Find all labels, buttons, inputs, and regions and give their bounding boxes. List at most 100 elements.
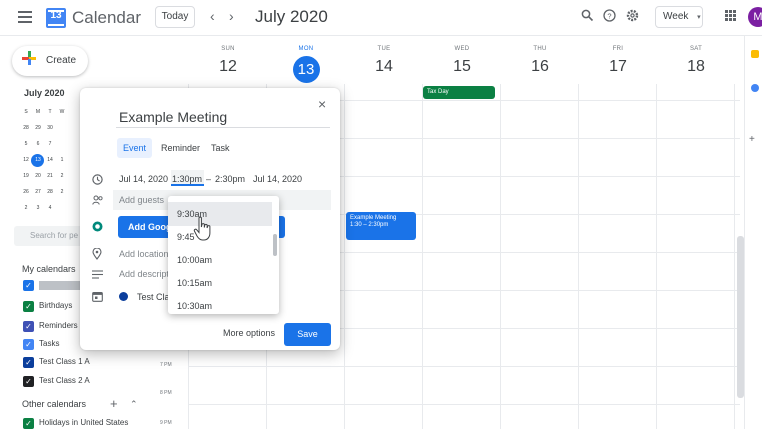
google-apps-icon[interactable]	[725, 10, 736, 21]
mini-day[interactable]: 19	[20, 168, 32, 184]
mini-day[interactable]: 4	[44, 200, 56, 216]
calendar-color-dot	[119, 292, 128, 301]
event-title-input[interactable]: Example Meeting	[119, 109, 227, 125]
tab-event[interactable]: Event	[117, 138, 153, 158]
calendar-logo-icon: 13	[46, 8, 66, 28]
checkbox-checked-icon[interactable]: ✓	[23, 417, 34, 429]
mini-day-today[interactable]: 13	[31, 152, 44, 168]
day-header-mon[interactable]: MON 13	[267, 46, 345, 83]
dropdown-scrollbar[interactable]	[273, 234, 277, 256]
end-date[interactable]: Jul 14, 2020	[253, 174, 302, 184]
day-header-wed[interactable]: WED 15	[423, 46, 501, 76]
time-option[interactable]: 9:45	[168, 225, 272, 249]
view-selector[interactable]: Week ▾	[655, 6, 703, 28]
mini-day[interactable]: 2	[56, 184, 68, 200]
create-button[interactable]: Create	[12, 46, 88, 76]
mini-day[interactable]: 29	[32, 120, 44, 136]
mini-day[interactable]: 26	[20, 184, 32, 200]
time-option[interactable]: 10:30am	[168, 294, 272, 314]
today-button[interactable]: Today	[155, 6, 195, 28]
mini-day[interactable]: 2	[20, 200, 32, 216]
mini-day[interactable]: 14	[44, 152, 56, 168]
end-time[interactable]: 2:30pm	[215, 174, 245, 184]
start-date[interactable]: Jul 14, 2020	[119, 174, 168, 184]
mini-day[interactable]: 2	[56, 168, 68, 184]
previous-week-button[interactable]: ‹	[210, 8, 215, 24]
event-chip-title: Example Meeting	[350, 215, 397, 221]
mini-day[interactable]: 6	[32, 136, 44, 152]
all-day-event-tax-day[interactable]: Tax Day	[423, 86, 495, 99]
start-time-dropdown[interactable]: 9:30am 9:45 10:00am 10:15am 10:30am	[168, 196, 279, 314]
settings-icon[interactable]	[626, 9, 639, 22]
mini-day[interactable]: 27	[32, 184, 44, 200]
add-on-icon[interactable]: +	[749, 134, 755, 145]
checkbox-checked-icon[interactable]: ✓	[23, 300, 34, 312]
create-plus-icon	[22, 51, 36, 65]
time-label: 7 PM	[160, 362, 172, 368]
mini-day[interactable]: 21	[44, 168, 56, 184]
day-header-sat[interactable]: SAT 18	[657, 46, 735, 76]
title-underline	[116, 127, 330, 128]
day-header-fri[interactable]: FRI 17	[579, 46, 657, 76]
save-button[interactable]: Save	[284, 323, 331, 346]
calendar-item-test-class-1[interactable]: ✓ Test Class 1 A	[23, 356, 90, 370]
time-label: 8 PM	[160, 390, 172, 396]
checkbox-checked-icon[interactable]: ✓	[23, 338, 34, 350]
event-chip-example-meeting[interactable]: Example Meeting 1:30 – 2:30pm	[346, 212, 416, 240]
my-calendars-title[interactable]: My calendars	[22, 264, 76, 274]
grid-scrollbar[interactable]	[737, 236, 744, 398]
next-week-button[interactable]: ›	[229, 8, 234, 24]
mini-day[interactable]	[56, 120, 68, 136]
other-calendars-title[interactable]: Other calendars	[22, 399, 86, 409]
start-time[interactable]: 1:30pm	[172, 174, 202, 184]
tasks-icon[interactable]	[751, 84, 759, 92]
search-people-input[interactable]: Search for pe	[14, 226, 80, 246]
main-menu-icon[interactable]	[18, 11, 32, 23]
day-header-sun[interactable]: SUN 12	[189, 46, 267, 76]
account-avatar[interactable]: M	[748, 7, 762, 27]
mini-day[interactable]	[56, 200, 68, 216]
tab-reminder[interactable]: Reminder	[155, 138, 206, 158]
checkbox-checked-icon[interactable]: ✓	[23, 320, 34, 332]
close-icon[interactable]: ×	[318, 96, 326, 112]
guests-icon	[92, 195, 103, 205]
calendar-item-test-class-2[interactable]: ✓ Test Class 2 A	[23, 375, 90, 389]
keep-icon[interactable]	[751, 50, 759, 58]
day-header-thu[interactable]: THU 16	[501, 46, 579, 76]
checkbox-checked-icon[interactable]: ✓	[23, 356, 34, 368]
search-icon[interactable]	[581, 9, 594, 22]
chevron-up-icon[interactable]: ⌃	[130, 399, 138, 410]
tab-task[interactable]: Task	[205, 138, 236, 158]
day-header-tue[interactable]: TUE 14	[345, 46, 423, 76]
mini-day[interactable]: 7	[44, 136, 56, 152]
mini-day[interactable]: 12	[20, 152, 32, 168]
checkbox-checked-icon[interactable]: ✓	[23, 375, 34, 387]
time-option[interactable]: 10:00am	[168, 248, 272, 272]
mini-calendar: S M T W 28 29 30 5 6 7 12 13 14 1 19 20 …	[20, 104, 80, 216]
more-options-button[interactable]: More options	[223, 328, 275, 338]
mini-day[interactable]	[56, 136, 68, 152]
calendar-item-tasks[interactable]: ✓ Tasks	[23, 338, 59, 352]
hand-cursor-icon	[193, 216, 211, 241]
add-calendar-icon[interactable]: +	[110, 396, 118, 411]
mini-dow: W	[59, 109, 65, 115]
mini-day[interactable]: 1	[56, 152, 68, 168]
mini-day[interactable]: 20	[32, 168, 44, 184]
event-chip-time: 1:30 – 2:30pm	[350, 222, 389, 228]
add-location-input[interactable]: Add location	[119, 249, 169, 259]
add-description-input[interactable]: Add descripti	[119, 269, 171, 279]
help-icon[interactable]: ?	[603, 9, 616, 22]
mini-day[interactable]: 3	[32, 200, 44, 216]
mini-calendar-title: July 2020	[24, 88, 65, 98]
time-option[interactable]: 10:15am	[168, 271, 272, 295]
calendar-item-birthdays[interactable]: ✓ Birthdays	[23, 300, 72, 314]
mini-day[interactable]: 28	[44, 184, 56, 200]
mini-day[interactable]: 5	[20, 136, 32, 152]
calendar-select[interactable]: Test Cla	[137, 292, 170, 302]
calendar-item-reminders[interactable]: ✓ Reminders	[23, 320, 78, 334]
checkbox-checked-icon[interactable]: ✓	[23, 280, 34, 292]
mini-day[interactable]: 28	[20, 120, 32, 136]
svg-text:?: ?	[607, 11, 611, 20]
time-option[interactable]: 9:30am	[168, 202, 272, 226]
mini-day[interactable]: 30	[44, 120, 56, 136]
